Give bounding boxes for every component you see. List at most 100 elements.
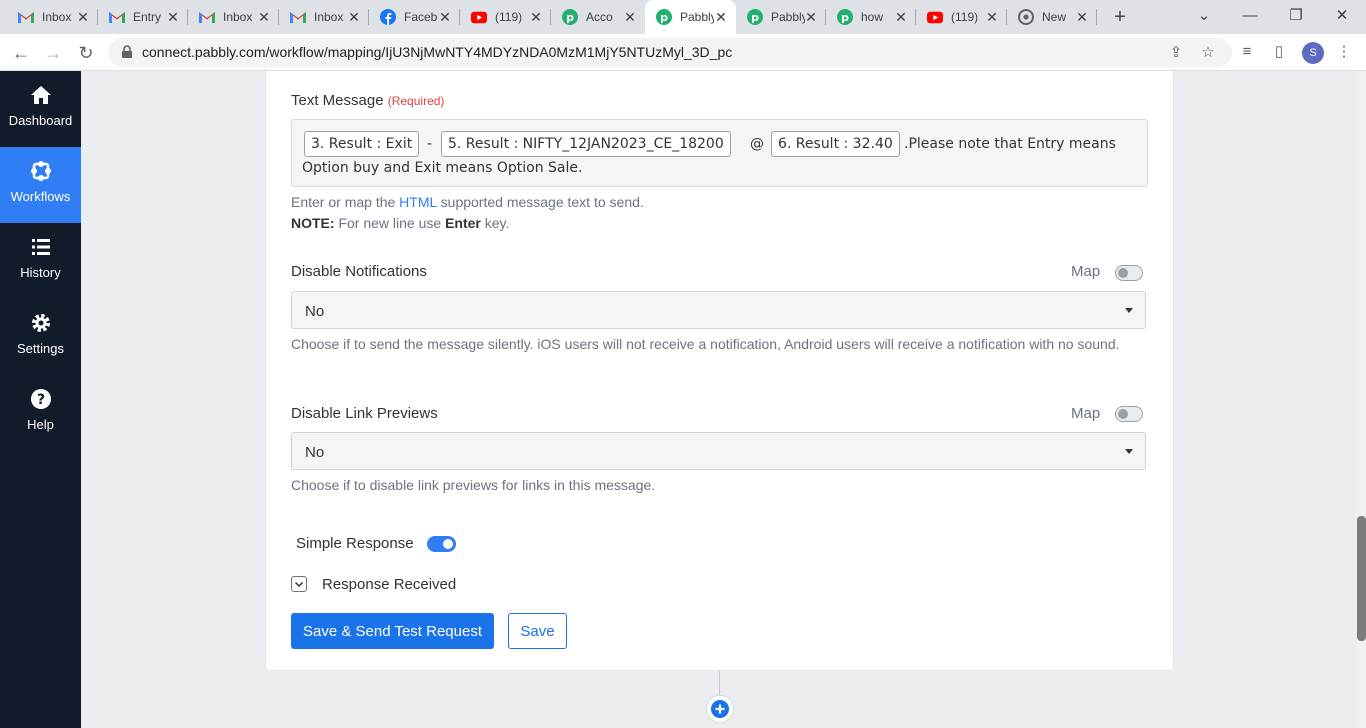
sidebar-item-help[interactable]: ? Help — [0, 375, 81, 451]
browser-tab-title: Inbox — [42, 10, 72, 24]
forward-button[interactable]: → — [41, 41, 65, 65]
workflow-icon — [30, 161, 51, 181]
required-badge: (Required) — [387, 94, 445, 108]
simple-response-toggle[interactable] — [427, 536, 456, 552]
browser-tab-title: New — [1042, 10, 1067, 24]
html-link[interactable]: HTML — [399, 194, 437, 210]
browser-tab[interactable]: Inbox ✕ — [7, 0, 98, 34]
gear-icon — [31, 314, 50, 332]
tab-search-icon[interactable]: ⌄ — [1193, 5, 1215, 27]
sidebar-item-label: Workflows — [10, 189, 71, 204]
address-bar[interactable]: connect.pabbly.com/workflow/mapping/IjU3… — [108, 38, 1232, 67]
page-scrollbar[interactable] — [1357, 71, 1366, 728]
text-message-field[interactable]: 3. Result : Exit - 5. Result : NIFTY_12J… — [291, 119, 1148, 187]
close-tab-icon[interactable]: ✕ — [166, 10, 180, 24]
close-tab-icon[interactable]: ✕ — [804, 10, 818, 24]
close-tab-icon[interactable]: ✕ — [623, 10, 637, 24]
browser-tab[interactable]: Inbox ✕ — [279, 0, 369, 34]
browser-tab[interactable]: Facebook✕ — [369, 0, 460, 34]
close-tab-icon[interactable]: ✕ — [438, 10, 452, 24]
browser-tab[interactable]: p how ✕ — [826, 0, 916, 34]
browser-tab-title: Acco — [586, 10, 613, 24]
mapped-token[interactable]: 6. Result : 32.40 — [771, 131, 900, 157]
mapped-token[interactable]: 5. Result : NIFTY_12JAN2023_CE_18200 — [441, 131, 731, 157]
disable-link-previews-map-toggle[interactable] — [1115, 406, 1143, 422]
gmail-icon — [109, 9, 125, 25]
media-control-icon[interactable]: ≡ — [1237, 42, 1257, 62]
sidebar-item-label: History — [20, 265, 61, 280]
new-tab-button[interactable]: + — [1109, 6, 1131, 28]
restore-button[interactable]: ❐ — [1285, 5, 1307, 27]
close-tab-icon[interactable]: ✕ — [347, 10, 361, 24]
close-tab-icon[interactable]: ✕ — [985, 10, 999, 24]
sidebar-item-dashboard[interactable]: Dashboard — [0, 71, 81, 147]
enter-key-label: Enter — [445, 215, 481, 231]
profile-avatar[interactable]: S — [1302, 42, 1324, 64]
close-tab-icon[interactable]: ✕ — [1075, 10, 1089, 24]
browser-toolbar: ← → ↻ connect.pabbly.com/workflow/mappin… — [0, 34, 1366, 71]
home-icon — [30, 86, 51, 104]
sidebar-item-label: Help — [27, 417, 54, 432]
chrome-menu-icon[interactable]: ⋮ — [1334, 42, 1354, 62]
disable-notifications-select[interactable]: No — [291, 291, 1146, 329]
browser-tab[interactable]: Entry ✕ — [98, 0, 188, 34]
sidebar-item-history[interactable]: History — [0, 223, 81, 299]
browser-tab-title: (119) — [495, 10, 523, 24]
youtube-icon — [471, 9, 487, 25]
close-tab-icon[interactable]: ✕ — [76, 10, 90, 24]
share-icon[interactable]: ⇪ — [1166, 43, 1186, 63]
svg-text:p: p — [660, 11, 668, 24]
browser-tab-title: (119) — [951, 10, 979, 24]
map-label: Map — [1071, 263, 1101, 280]
scrollbar-thumb[interactable] — [1357, 516, 1366, 641]
reload-button[interactable]: ↻ — [74, 41, 98, 65]
close-tab-icon[interactable]: ✕ — [529, 10, 543, 24]
disable-link-previews-select[interactable]: No — [291, 432, 1146, 470]
browser-tab[interactable]: (119) ✕ — [916, 0, 1007, 34]
help-icon: ? — [30, 389, 51, 409]
lock-icon — [122, 45, 132, 58]
sidebar-item-label: Dashboard — [8, 113, 73, 128]
token-separator: - — [427, 136, 433, 152]
browser-tab[interactable]: p Pabbly ✕ — [736, 0, 826, 34]
close-tab-icon[interactable]: ✕ — [894, 10, 908, 24]
note-label: NOTE: — [291, 215, 335, 231]
close-tab-icon[interactable]: ✕ — [257, 10, 271, 24]
disable-link-previews-help: Choose if to disable link previews for l… — [291, 477, 656, 493]
save-button[interactable]: Save — [508, 613, 567, 649]
url-text[interactable]: connect.pabbly.com/workflow/mapping/IjU3… — [142, 44, 732, 60]
back-button[interactable]: ← — [9, 41, 33, 65]
browser-tab-title: Pabbly — [680, 10, 714, 24]
pabbly-icon: p — [747, 9, 763, 25]
side-panel-icon[interactable]: ▯ — [1269, 42, 1289, 62]
response-received-label: Response Received — [322, 576, 457, 593]
disable-notifications-map-toggle[interactable] — [1115, 265, 1143, 281]
close-tab-icon[interactable]: ✕ — [714, 10, 728, 24]
youtube-icon — [927, 9, 943, 25]
save-and-send-test-request-button[interactable]: Save & Send Test Request — [291, 613, 494, 649]
bookmark-star-icon[interactable]: ☆ — [1198, 43, 1218, 63]
browser-tab[interactable]: p Pabbly ✕ — [645, 0, 736, 34]
plus-circle-icon — [711, 700, 729, 718]
browser-tab[interactable]: p Acco ✕ — [551, 0, 645, 34]
browser-tab-title: how — [861, 10, 884, 24]
disable-link-previews-label: Disable Link Previews — [291, 405, 438, 422]
mapped-token[interactable]: 3. Result : Exit — [304, 131, 420, 157]
minimize-button[interactable]: — — [1239, 5, 1261, 27]
close-window-button[interactable]: ✕ — [1331, 5, 1353, 27]
browser-tab[interactable]: (119) ✕ — [460, 0, 551, 34]
browser-tab[interactable]: Inbox ✕ — [188, 0, 279, 34]
sidebar-item-workflows[interactable]: Workflows — [0, 147, 81, 223]
token-separator: @ — [750, 136, 764, 152]
browser-tab-title: Facebook — [404, 10, 438, 24]
pabbly-icon: p — [562, 9, 578, 25]
response-received-expand-button[interactable] — [291, 576, 307, 592]
browser-tab-title: Pabbly — [771, 10, 805, 24]
selected-value: No — [305, 303, 325, 320]
browser-tab[interactable]: New ✕ — [1007, 0, 1097, 34]
simple-response-label: Simple Response — [296, 535, 414, 552]
add-step-button[interactable] — [706, 695, 734, 723]
history-list-icon — [31, 239, 50, 255]
sidebar-item-settings[interactable]: Settings — [0, 299, 81, 375]
message-text: .Please note that Entry means — [904, 136, 1116, 152]
